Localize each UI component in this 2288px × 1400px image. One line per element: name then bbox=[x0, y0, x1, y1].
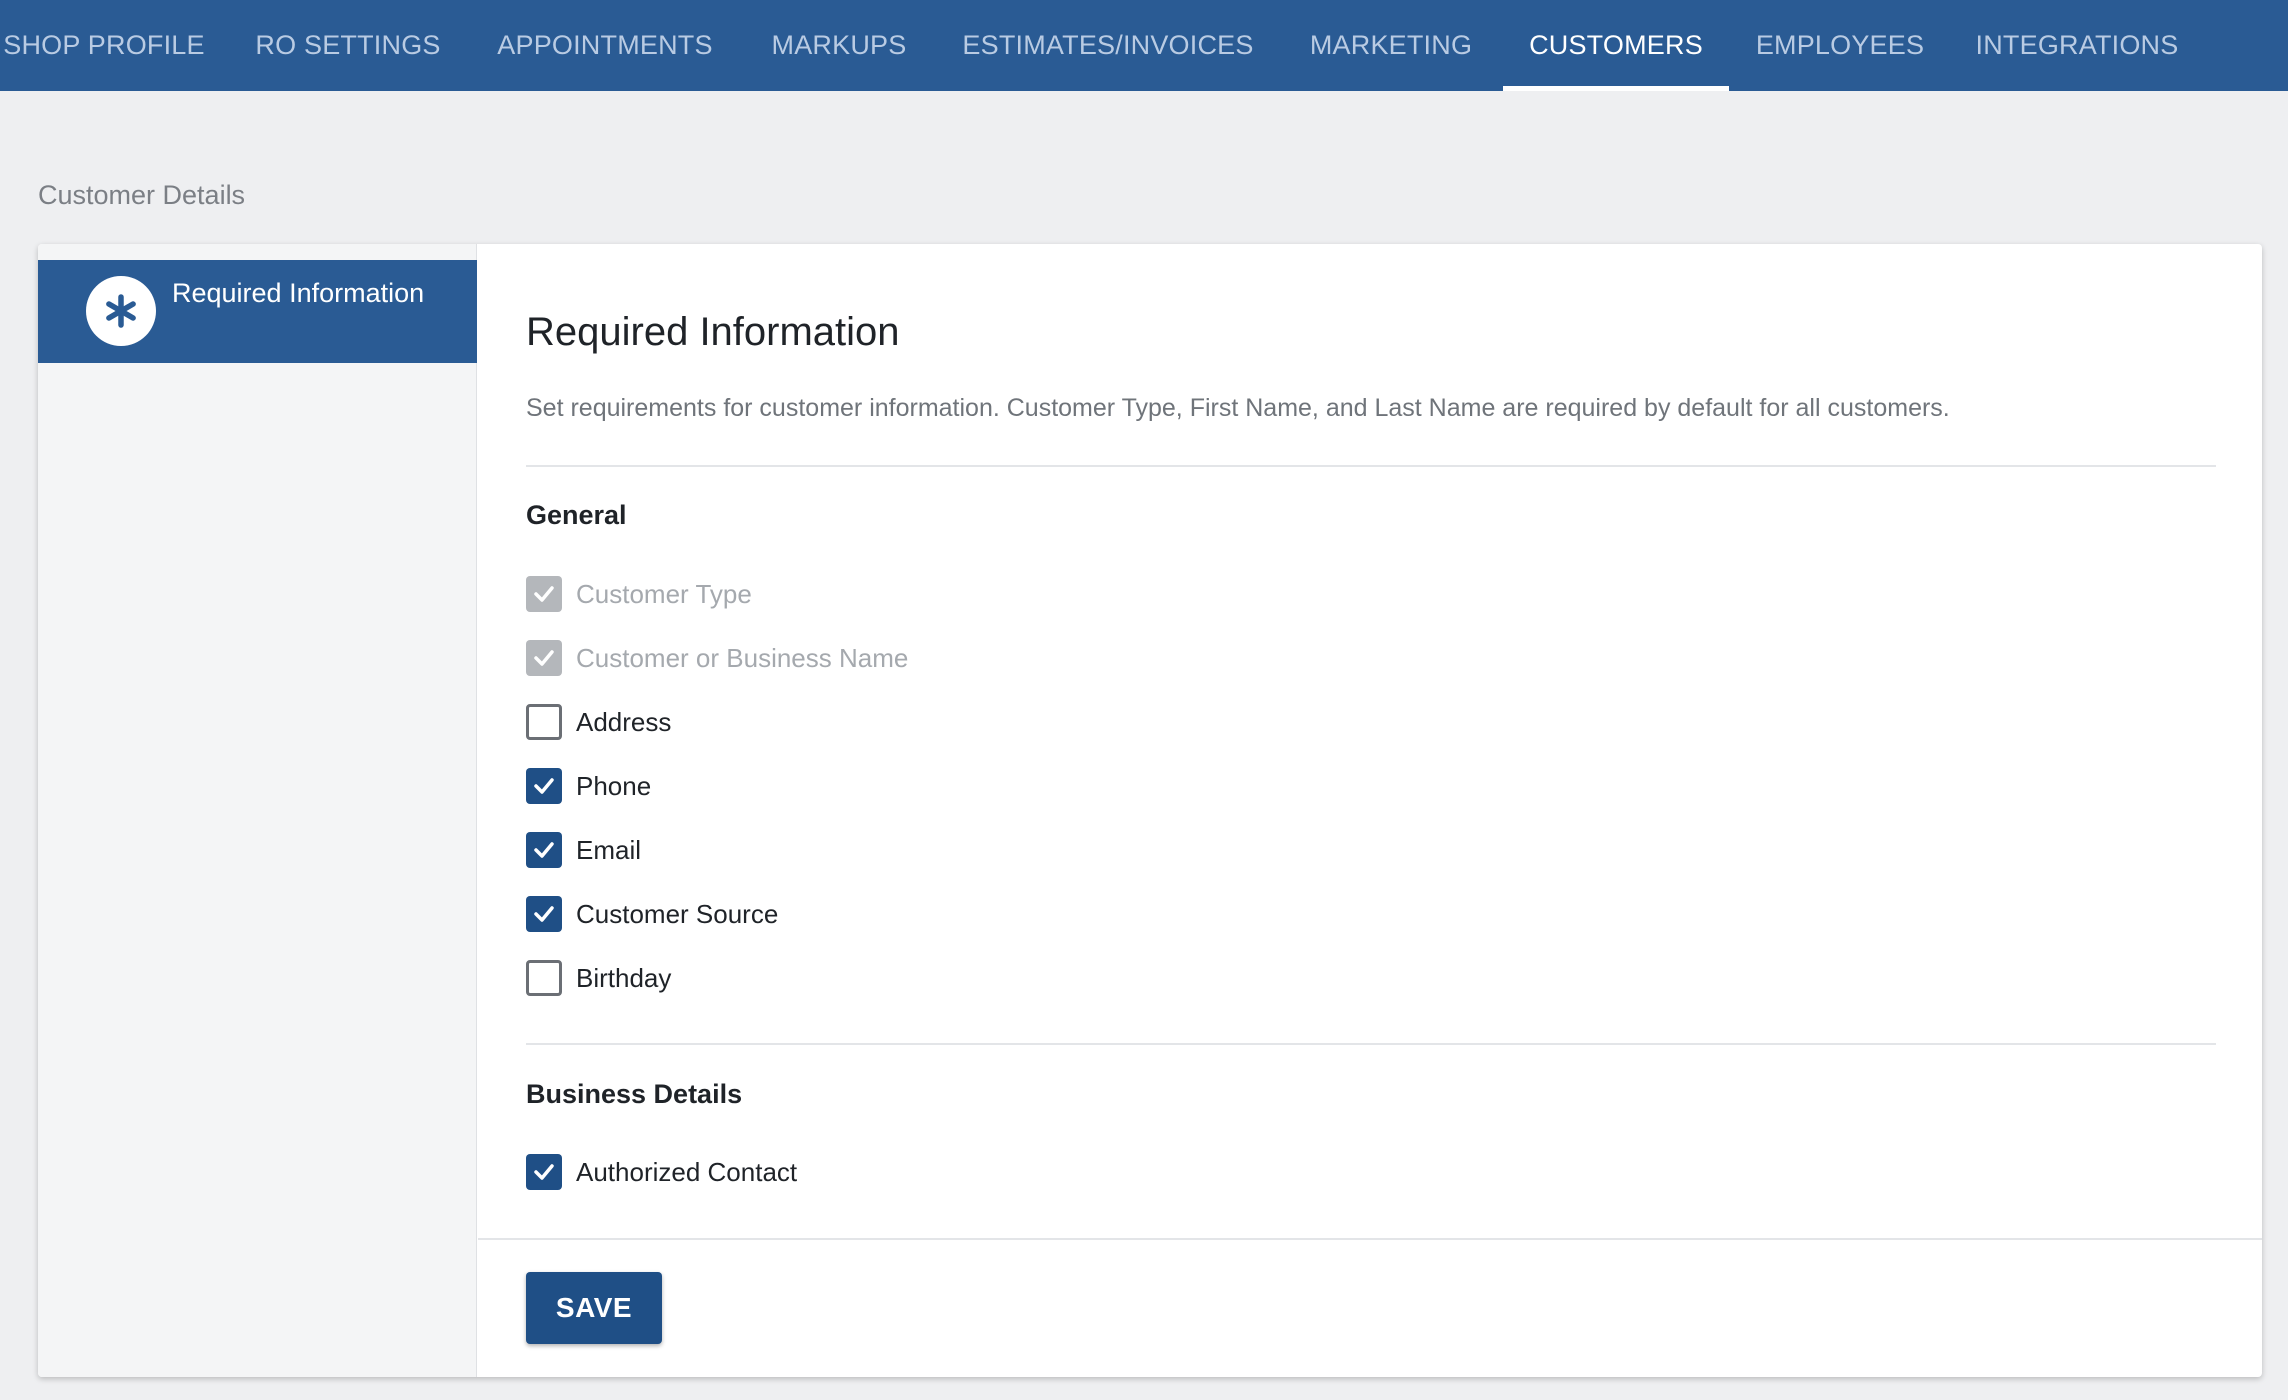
sidebar-item-required-information[interactable]: Required Information bbox=[38, 260, 477, 363]
checkbox-customer-type bbox=[526, 576, 562, 612]
divider bbox=[526, 465, 2216, 467]
section-label: Customer Details bbox=[38, 180, 246, 210]
checkbox-row-customer-or-business-name: Customer or Business Name bbox=[526, 638, 908, 678]
checkbox-label[interactable]: Birthday bbox=[576, 963, 671, 994]
checkbox-row-email[interactable]: Email bbox=[526, 830, 641, 870]
tab-marketing[interactable]: MARKETING bbox=[1296, 0, 1486, 91]
checkbox-authorized-contact[interactable] bbox=[526, 1154, 562, 1190]
check-icon bbox=[534, 650, 554, 666]
checkbox-row-customer-source[interactable]: Customer Source bbox=[526, 894, 778, 934]
tab-customers[interactable]: CUSTOMERS bbox=[1503, 0, 1729, 91]
checkbox-label[interactable]: Customer Source bbox=[576, 899, 778, 930]
sidebar: Required Information bbox=[38, 244, 477, 1377]
checkbox-label: Customer or Business Name bbox=[576, 642, 909, 673]
checkbox-label: Customer Type bbox=[576, 578, 752, 609]
page-title: Required Information bbox=[526, 310, 900, 354]
top-nav-bar: SHOP PROFILE RO SETTINGS APPOINTMENTS MA… bbox=[0, 0, 2288, 91]
tab-appointments[interactable]: APPOINTMENTS bbox=[484, 0, 726, 91]
checkbox-label[interactable]: Address bbox=[576, 707, 671, 738]
checkbox-row-birthday[interactable]: Birthday bbox=[526, 958, 671, 998]
checkbox-customer-or-business-name bbox=[526, 640, 562, 676]
group-title-business-details: Business Details bbox=[526, 1079, 743, 1109]
check-icon bbox=[534, 586, 554, 602]
main-content: Required Information Set requirements fo… bbox=[478, 244, 2262, 1377]
tab-integrations[interactable]: INTEGRATIONS bbox=[1962, 0, 2192, 91]
checkbox-address[interactable] bbox=[526, 704, 562, 740]
page-description: Set requirements for customer informatio… bbox=[526, 394, 1950, 422]
tab-markups[interactable]: MARKUPS bbox=[756, 0, 922, 91]
checkbox-row-address[interactable]: Address bbox=[526, 702, 671, 742]
tab-shop-profile[interactable]: SHOP PROFILE bbox=[0, 0, 208, 91]
checkbox-label[interactable]: Phone bbox=[576, 771, 651, 802]
checkbox-phone[interactable] bbox=[526, 768, 562, 804]
sidebar-item-label: Required Information bbox=[172, 278, 425, 308]
check-icon bbox=[534, 778, 554, 794]
divider bbox=[526, 1043, 2216, 1045]
asterisk-icon bbox=[86, 276, 156, 346]
check-icon bbox=[534, 842, 554, 858]
tab-estimates-invoices[interactable]: ESTIMATES/INVOICES bbox=[950, 0, 1266, 91]
checkbox-row-customer-type: Customer Type bbox=[526, 574, 752, 614]
checkbox-label[interactable]: Authorized Contact bbox=[576, 1157, 797, 1188]
checkbox-label[interactable]: Email bbox=[576, 835, 641, 866]
check-icon bbox=[534, 1164, 554, 1180]
checkbox-row-phone[interactable]: Phone bbox=[526, 766, 651, 806]
group-title-general: General bbox=[526, 500, 627, 530]
check-icon bbox=[534, 906, 554, 922]
settings-card: Required Information Required Informatio… bbox=[38, 244, 2262, 1377]
checkbox-row-authorized-contact[interactable]: Authorized Contact bbox=[526, 1152, 797, 1192]
checkbox-customer-source[interactable] bbox=[526, 896, 562, 932]
checkbox-email[interactable] bbox=[526, 832, 562, 868]
tab-employees[interactable]: EMPLOYEES bbox=[1746, 0, 1934, 91]
footer-divider bbox=[478, 1238, 2262, 1240]
tab-ro-settings[interactable]: RO SETTINGS bbox=[240, 0, 456, 91]
checkbox-birthday[interactable] bbox=[526, 960, 562, 996]
save-button[interactable]: SAVE bbox=[526, 1272, 662, 1344]
